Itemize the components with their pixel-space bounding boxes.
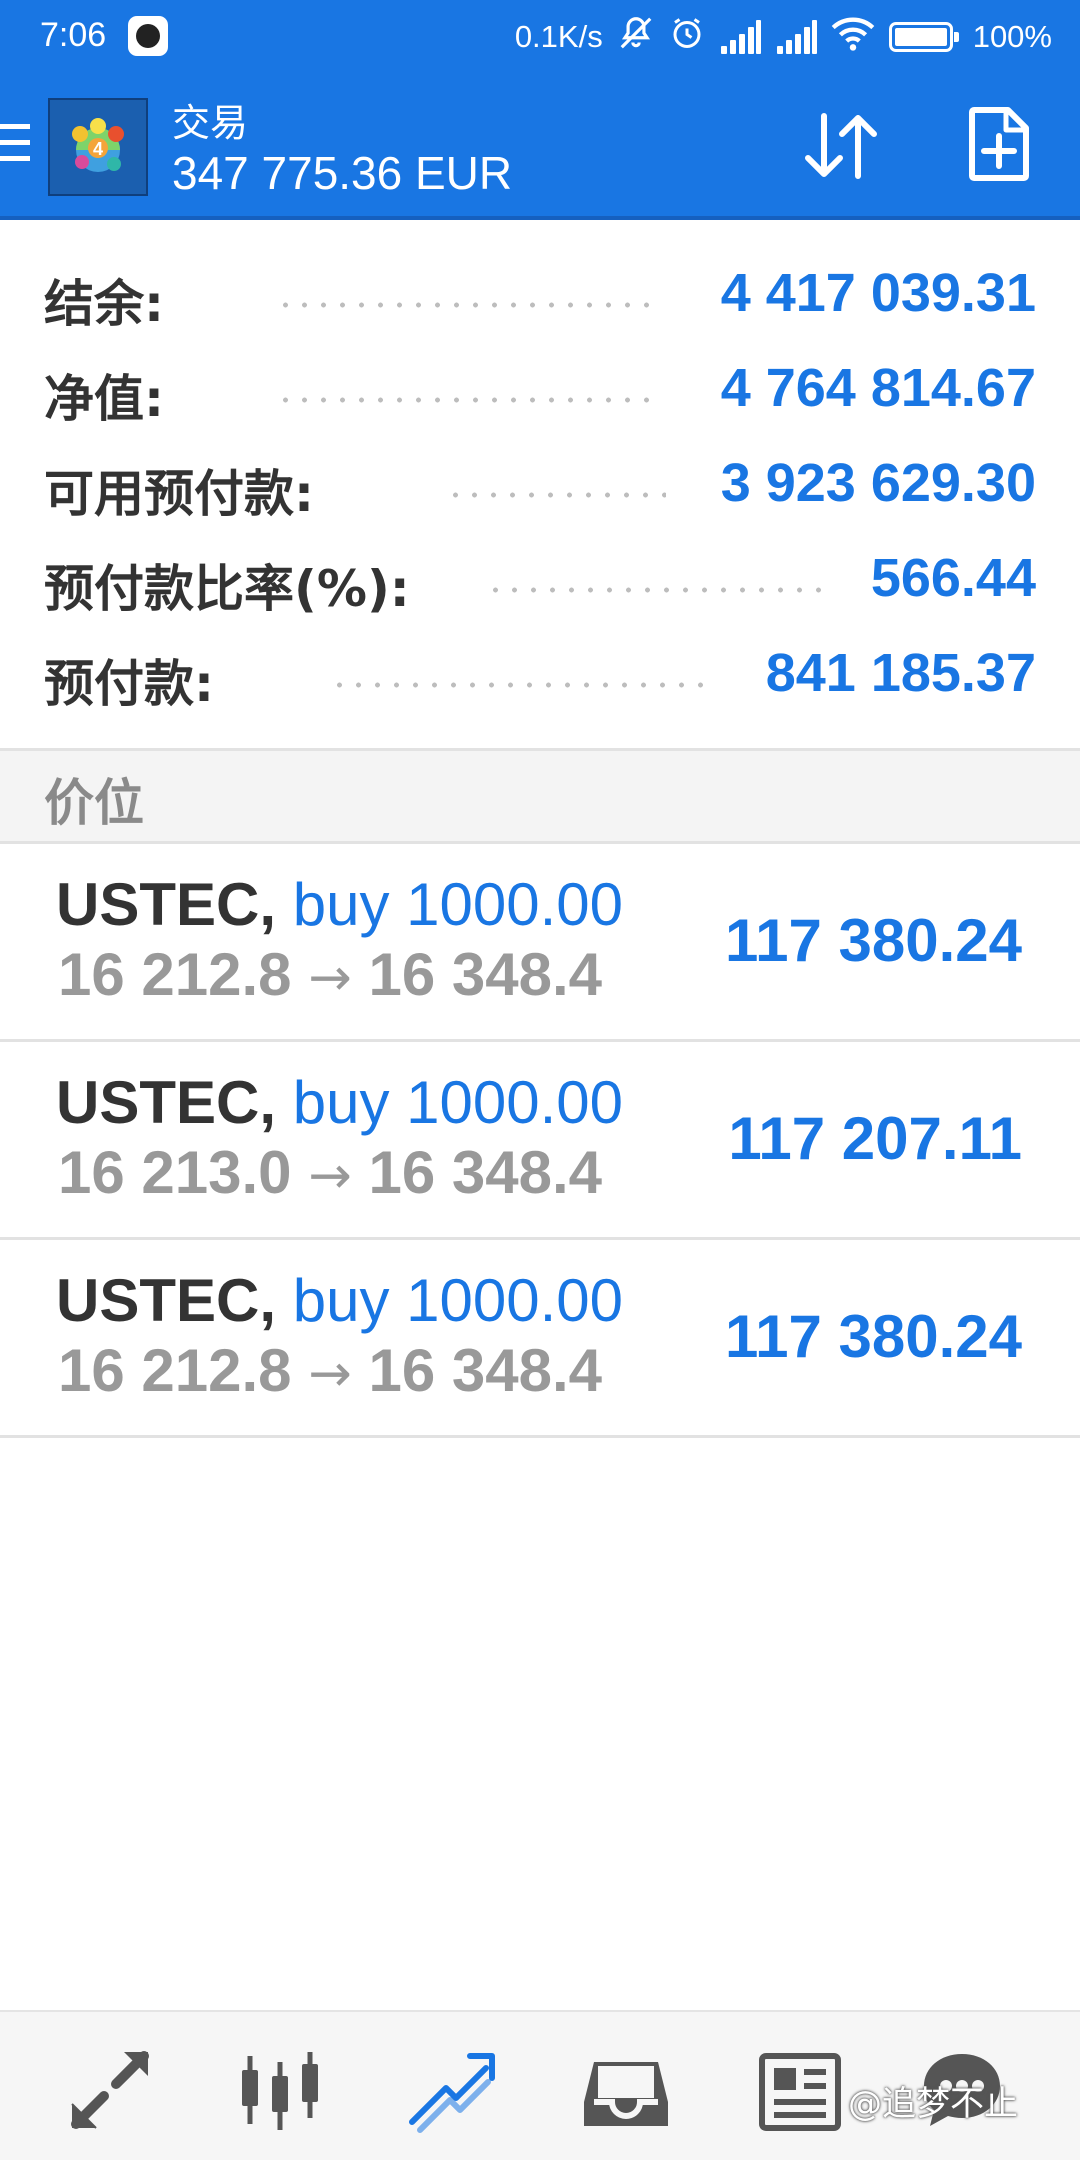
status-time: 7:06 <box>40 16 107 54</box>
position-profit: 117 380.24 <box>725 907 1022 974</box>
bottom-navigation: @追梦不止 <box>0 2010 1080 2160</box>
summary-row-equity: 净值: 4 764 814.67 <box>0 351 1080 431</box>
summary-row-margin: 预付款: 841 185.37 <box>0 636 1080 716</box>
position-description: USTEC, buy 1000.00 <box>56 1068 623 1137</box>
current-price: 16 348.4 <box>368 941 603 1008</box>
arrow-right-icon: → <box>308 1146 352 1206</box>
menu-icon[interactable] <box>0 124 30 164</box>
open-price: 16 213.0 <box>58 1139 292 1206</box>
new-order-icon[interactable] <box>968 106 1030 182</box>
arrow-right-icon: → <box>308 948 352 1008</box>
position-row[interactable]: USTEC, buy 1000.00 16 212.8 → 16 348.4 1… <box>0 844 1080 1042</box>
position-side: buy <box>292 1069 390 1136</box>
battery-percent: 100% <box>972 19 1052 54</box>
summary-value: 4 764 814.67 <box>720 358 1036 418</box>
position-side: buy <box>292 1267 390 1334</box>
summary-value: 4 417 039.31 <box>720 263 1036 323</box>
position-prices: 16 213.0 → 16 348.4 <box>58 1138 602 1207</box>
signal-icon <box>775 20 817 54</box>
app-header: 4 交易 347 775.36 EUR <box>0 74 1080 220</box>
summary-label: 结余: <box>44 275 164 333</box>
leader-dots <box>276 302 662 308</box>
leader-dots <box>486 587 830 593</box>
current-price: 16 348.4 <box>368 1337 603 1404</box>
position-row[interactable]: USTEC, buy 1000.00 16 213.0 → 16 348.4 1… <box>0 1042 1080 1240</box>
summary-row-margin-level: 预付款比率(%): 566.44 <box>0 541 1080 621</box>
app-logo: 4 <box>48 98 148 196</box>
position-description: USTEC, buy 1000.00 <box>56 870 623 939</box>
position-volume: 1000.00 <box>406 1267 624 1334</box>
page-title: 交易 <box>172 101 249 145</box>
arrow-right-icon: → <box>308 1344 352 1404</box>
quotes-icon[interactable] <box>62 2042 158 2138</box>
mute-icon <box>617 14 655 60</box>
trade-icon[interactable] <box>404 2042 500 2138</box>
summary-row-balance: 结余: 4 417 039.31 <box>0 256 1080 336</box>
battery-icon <box>888 22 959 52</box>
summary-label: 净值: <box>44 370 164 428</box>
history-icon[interactable] <box>578 2042 674 2138</box>
leader-dots <box>446 492 666 498</box>
leader-dots <box>330 682 704 688</box>
section-title: 价位 <box>44 774 144 832</box>
position-volume: 1000.00 <box>406 1069 624 1136</box>
watermark: @追梦不止 <box>848 2084 1018 2124</box>
position-prices: 16 212.8 → 16 348.4 <box>58 1336 602 1405</box>
summary-value: 841 185.37 <box>765 643 1036 703</box>
wifi-icon <box>831 15 875 59</box>
chart-icon[interactable] <box>232 2042 328 2138</box>
signal-icon <box>719 20 761 54</box>
positions-section-header: 价位 <box>0 748 1080 844</box>
position-description: USTEC, buy 1000.00 <box>56 1266 623 1335</box>
position-profit: 117 380.24 <box>725 1303 1022 1370</box>
summary-value: 3 923 629.30 <box>720 453 1036 513</box>
account-summary: 结余: 4 417 039.31 净值: 4 764 814.67 可用预付款:… <box>0 224 1080 748</box>
current-price: 16 348.4 <box>368 1139 603 1206</box>
position-side: buy <box>292 871 390 938</box>
leader-dots <box>276 397 662 403</box>
sort-icon[interactable] <box>800 110 882 182</box>
position-prices: 16 212.8 → 16 348.4 <box>58 940 602 1009</box>
summary-label: 预付款比率(%): <box>44 560 410 618</box>
svg-text:4: 4 <box>93 139 103 159</box>
position-profit: 117 207.11 <box>728 1105 1022 1172</box>
open-price: 16 212.8 <box>58 1337 292 1404</box>
network-speed: 0.1K/s <box>514 19 603 54</box>
alarm-icon <box>669 15 705 59</box>
position-symbol: USTEC, <box>56 1267 277 1334</box>
position-symbol: USTEC, <box>56 871 277 938</box>
summary-value: 566.44 <box>870 548 1036 608</box>
clock-app-icon <box>128 16 168 56</box>
status-bar: 7:06 0.1K/s 100% <box>0 0 1080 74</box>
header-balance: 347 775.36 EUR <box>172 147 513 199</box>
news-icon[interactable] <box>752 2042 848 2138</box>
position-row[interactable]: USTEC, buy 1000.00 16 212.8 → 16 348.4 1… <box>0 1240 1080 1438</box>
status-indicators: 0.1K/s 100% <box>515 14 1052 60</box>
position-symbol: USTEC, <box>56 1069 277 1136</box>
summary-label: 预付款: <box>44 655 214 713</box>
summary-row-free-margin: 可用预付款: 3 923 629.30 <box>0 446 1080 526</box>
summary-label: 可用预付款: <box>44 465 314 523</box>
open-price: 16 212.8 <box>58 941 292 1008</box>
position-volume: 1000.00 <box>406 871 624 938</box>
